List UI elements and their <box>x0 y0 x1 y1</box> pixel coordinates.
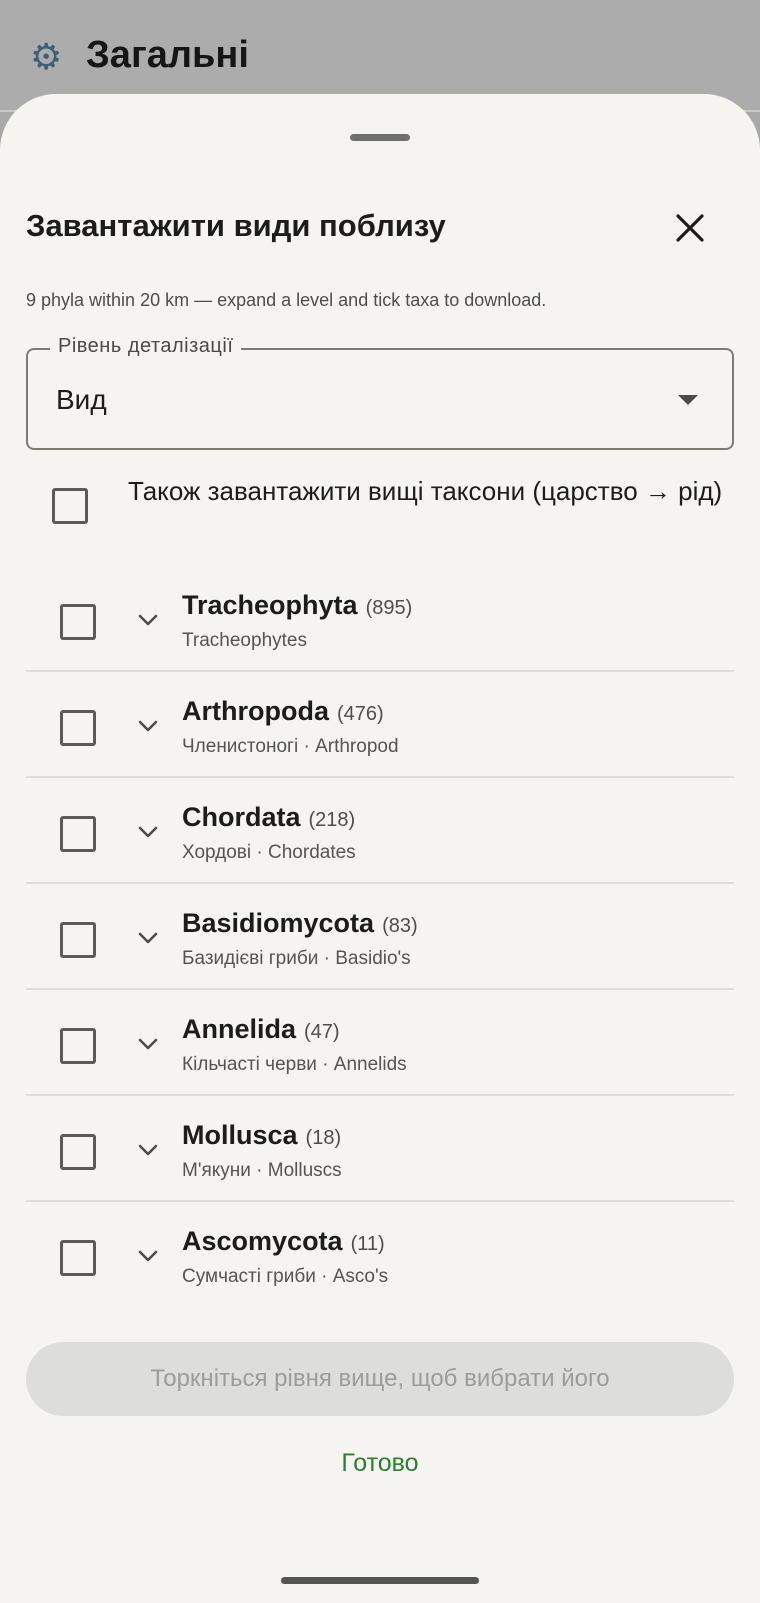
taxon-common-name: Сумчасті гриби · Asco's <box>182 1266 389 1287</box>
level-select-value: Вид <box>56 384 107 415</box>
close-button[interactable] <box>660 198 720 258</box>
taxon-row[interactable]: Basidiomycota (83) Базидієві гриби · Basi… <box>0 884 760 990</box>
chevron-down-icon[interactable] <box>136 716 160 736</box>
taxon-row[interactable]: Ascomycota (11) Сумчасті гриби · Asco's <box>0 1202 760 1308</box>
taxon-common-name: Членистоногі · Arthropod <box>182 736 399 757</box>
level-select[interactable]: Рівень деталізації Вид <box>26 335 734 450</box>
higher-taxa-label: Також завантажити вищі таксони (царство … <box>128 476 723 506</box>
taxon-count: (895) <box>365 597 413 619</box>
taxon-row[interactable]: Chordata (218) Хордові · Chordates <box>0 778 760 884</box>
chevron-down-icon[interactable] <box>136 1034 160 1054</box>
taxon-name: Ascomycota (11) <box>182 1226 385 1256</box>
chevron-down-icon[interactable] <box>136 1140 160 1160</box>
home-indicator[interactable] <box>281 1577 479 1584</box>
chevron-down-icon[interactable] <box>136 928 160 948</box>
taxon-common-name: М'якуни · Molluscs <box>182 1160 342 1181</box>
taxon-count: (476) <box>336 703 384 725</box>
taxon-count: (47) <box>304 1021 340 1043</box>
background-page-title: Загальні <box>86 34 249 76</box>
taxon-checkbox[interactable] <box>60 604 96 640</box>
select-level-button[interactable]: Торкніться рівня вище, щоб вибрати його <box>26 1342 734 1416</box>
taxon-common-name: Tracheophytes <box>182 630 307 651</box>
taxon-row[interactable]: Tracheophyta (895) Tracheophytes <box>0 566 760 672</box>
gear-icon: ⚙ <box>30 37 63 78</box>
chevron-down-icon[interactable] <box>136 822 160 842</box>
taxon-common-name: Кільчасті черви · Annelids <box>182 1054 407 1075</box>
taxon-name: Chordata (218) <box>182 802 356 832</box>
sheet-subtitle: 9 phyla within 20 km — expand a level an… <box>26 290 547 310</box>
done-button[interactable]: Готово <box>280 1434 480 1492</box>
taxon-checkbox[interactable] <box>60 710 96 746</box>
taxon-name: Arthropoda (476) <box>182 696 384 726</box>
dropdown-arrow-icon <box>678 395 698 405</box>
close-icon <box>676 214 704 242</box>
taxon-checkbox[interactable] <box>60 1240 96 1276</box>
taxon-checkbox[interactable] <box>60 1028 96 1064</box>
download-nearby-sheet: Завантажити види поблизу 9 phyla within … <box>0 94 760 1603</box>
taxa-list: Tracheophyta (895) Tracheophytes Arthropo… <box>0 566 760 1308</box>
taxon-count: (83) <box>382 915 418 937</box>
taxon-name: Tracheophyta (895) <box>182 590 413 620</box>
chevron-down-icon[interactable] <box>136 1246 160 1266</box>
taxon-name: Basidiomycota (83) <box>182 908 418 938</box>
taxon-row[interactable]: Annelida (47) Кільчасті черви · Annelids <box>0 990 760 1096</box>
level-select-label: Рівень деталізації <box>50 335 242 358</box>
taxon-count: (11) <box>350 1233 385 1255</box>
taxon-name: Annelida (47) <box>182 1014 340 1044</box>
drag-handle[interactable] <box>350 134 410 141</box>
taxon-common-name: Хордові · Chordates <box>182 842 356 863</box>
taxon-checkbox[interactable] <box>60 816 96 852</box>
higher-taxa-checkbox[interactable] <box>52 488 88 524</box>
taxon-row[interactable]: Mollusca (18) М'якуни · Molluscs <box>0 1096 760 1202</box>
taxon-common-name: Базидієві гриби · Basidio's <box>182 948 411 969</box>
taxon-checkbox[interactable] <box>60 922 96 958</box>
taxon-name: Mollusca (18) <box>182 1120 342 1150</box>
taxon-count: (18) <box>305 1127 342 1149</box>
higher-taxa-option[interactable]: Також завантажити вищі таксони (царство … <box>0 474 760 554</box>
taxon-row[interactable]: Arthropoda (476) Членистоногі · Arthropod <box>0 672 760 778</box>
taxon-checkbox[interactable] <box>60 1134 96 1170</box>
chevron-down-icon[interactable] <box>136 610 160 630</box>
taxon-count: (218) <box>308 809 356 831</box>
sheet-title: Завантажити види поблизу <box>26 208 446 243</box>
